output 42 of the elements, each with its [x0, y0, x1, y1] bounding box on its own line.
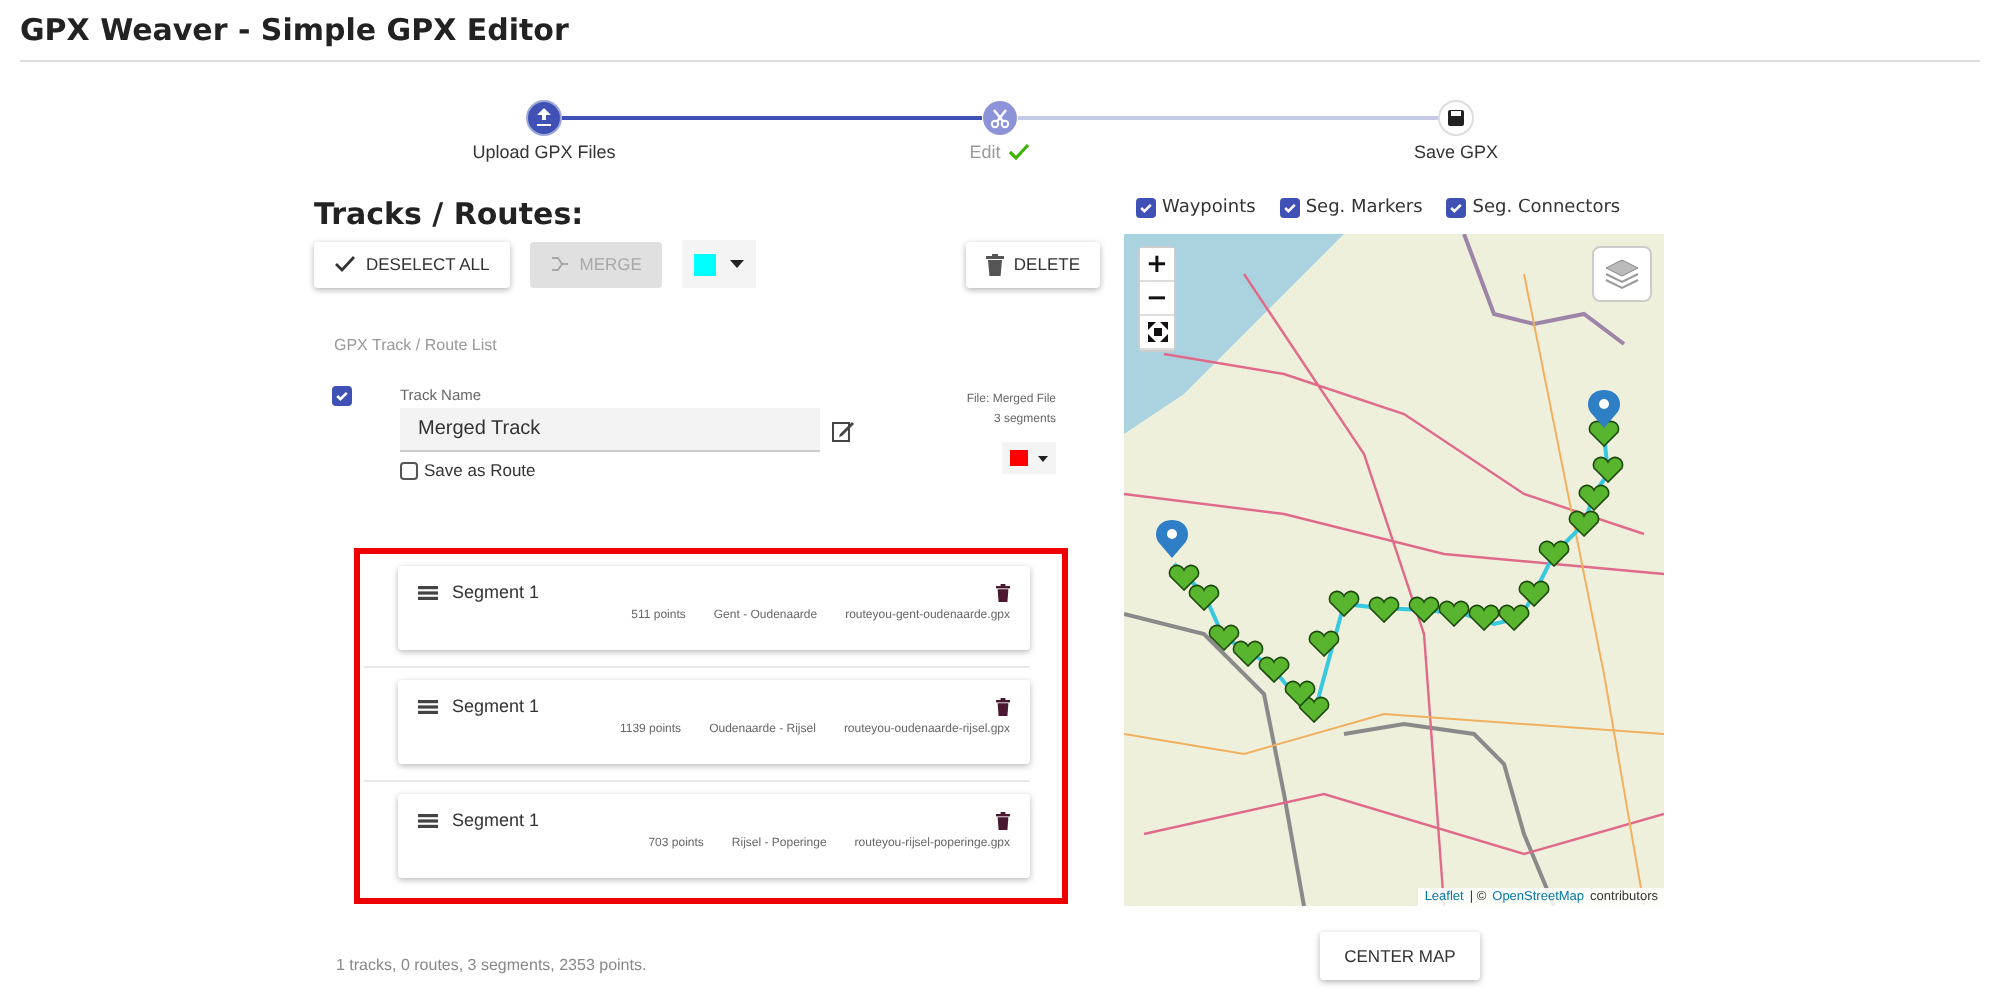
- caret-icon: [729, 260, 744, 268]
- color-picker[interactable]: [681, 240, 756, 288]
- track-name-field[interactable]: Merged Track: [400, 408, 820, 452]
- trash-icon: [985, 253, 1004, 275]
- drag-handle-icon: [418, 585, 438, 599]
- segment-name: Segment 1: [452, 810, 540, 830]
- edit-icon: [832, 419, 854, 441]
- delete-button[interactable]: DELETE: [965, 241, 1100, 287]
- trash-icon: [996, 697, 1010, 715]
- trash-icon: [996, 811, 1010, 829]
- step-label: Edit: [969, 142, 1001, 162]
- step-label: Save GPX: [1413, 142, 1499, 162]
- app-title: GPX Weaver - Simple GPX Editor: [20, 12, 569, 48]
- merge-icon: [549, 256, 570, 272]
- fullscreen-icon: [1147, 322, 1167, 342]
- color-picker[interactable]: [1002, 442, 1056, 474]
- segment-name: Segment 1: [452, 582, 540, 602]
- checkbox[interactable]: [400, 461, 418, 479]
- fullscreen-button[interactable]: [1140, 316, 1174, 350]
- deselect-all-button[interactable]: DESELECT ALL: [314, 241, 510, 287]
- save-as-route-label: Save as Route: [424, 460, 536, 480]
- segment-name: Segment 1: [452, 696, 540, 716]
- layer-label: Seg. Markers: [1305, 198, 1423, 218]
- section-heading: Tracks / Routes:: [314, 196, 586, 236]
- layer-label: Waypoints: [1162, 198, 1256, 218]
- summary-text: 1 tracks, 0 routes, 3 segments, 2353 points.: [336, 956, 649, 974]
- layers-icon: [1604, 258, 1640, 290]
- checkbox[interactable]: [1446, 198, 1467, 218]
- caret-icon: [1038, 455, 1048, 461]
- step-label: Upload GPX Files: [472, 142, 616, 162]
- trash-icon: [996, 583, 1010, 601]
- layers-button[interactable]: [1592, 246, 1652, 302]
- layer-label: Seg. Connectors: [1472, 198, 1621, 218]
- drag-handle-icon: [418, 813, 438, 827]
- checkbox[interactable]: [1279, 198, 1300, 218]
- checkbox[interactable]: [1136, 198, 1156, 218]
- center-map-button[interactable]: CENTER MAP: [1320, 932, 1480, 980]
- zoom-in-button[interactable]: +: [1140, 248, 1174, 282]
- checkbox[interactable]: [332, 386, 352, 406]
- drag-handle-icon: [418, 699, 438, 713]
- check-icon: [334, 254, 356, 274]
- list-title: GPX Track / Route List: [334, 336, 499, 354]
